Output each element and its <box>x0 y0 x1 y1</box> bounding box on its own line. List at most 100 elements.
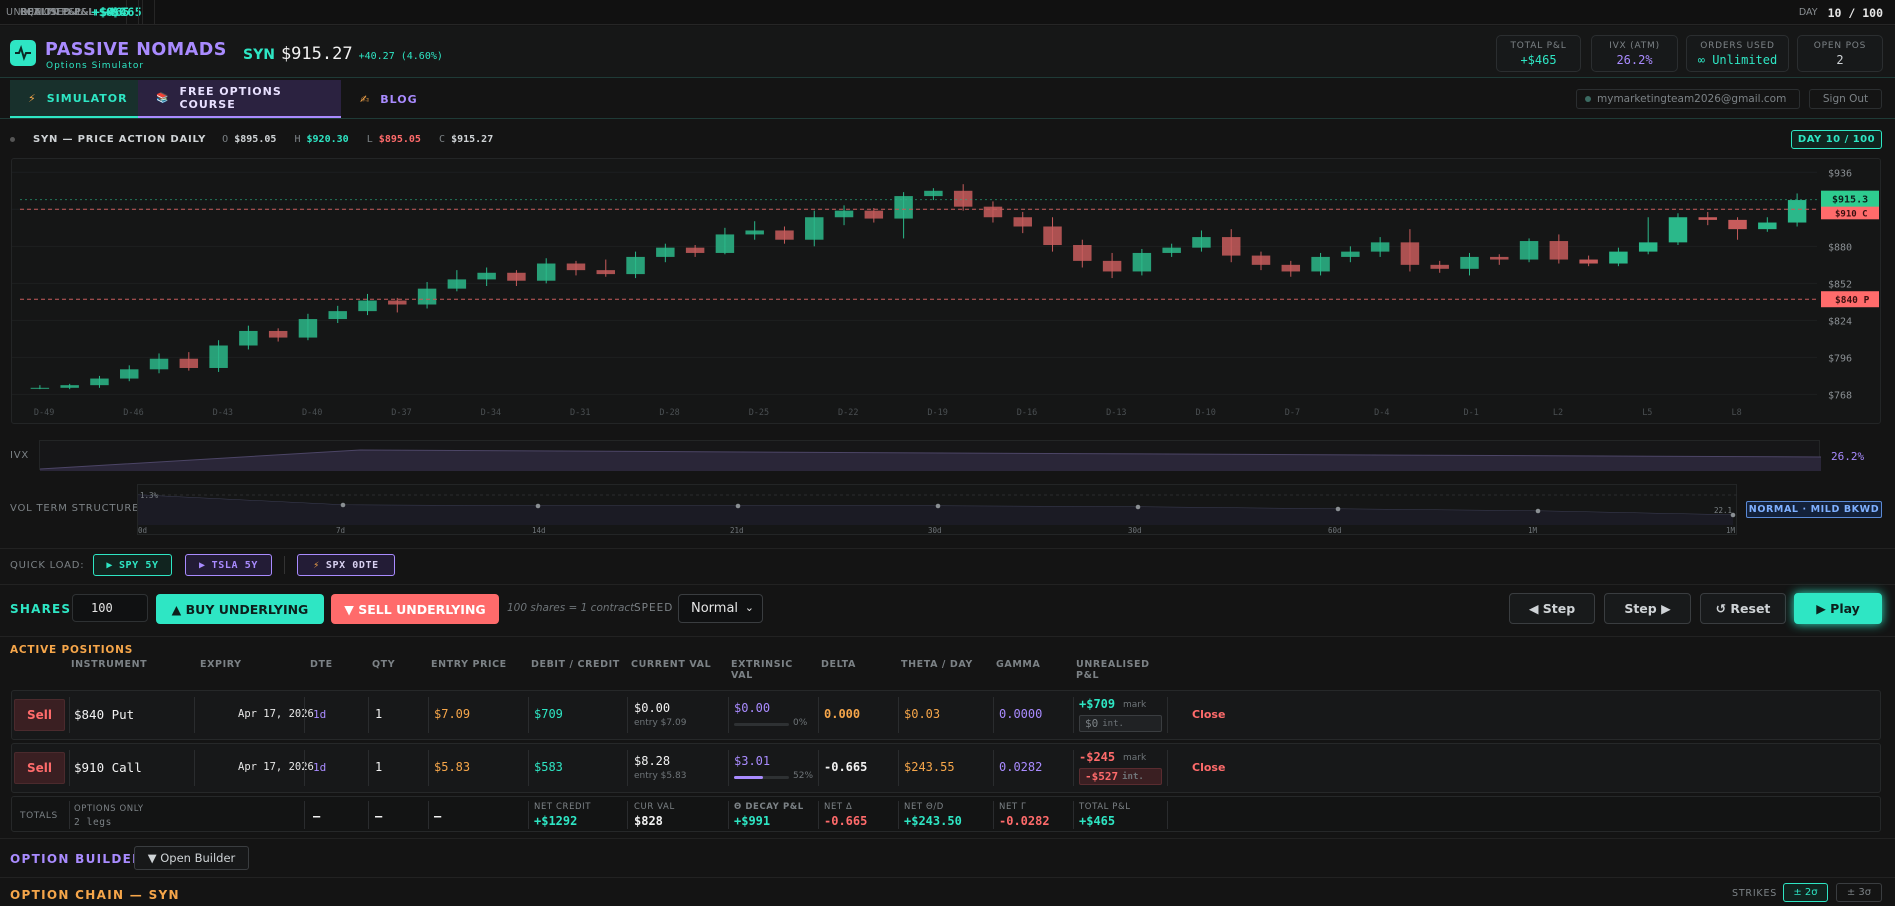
totals-row: TOTALS OPTIONS ONLY 2 legs — — — NET CRE… <box>11 796 1881 832</box>
candle-body <box>1043 226 1062 246</box>
candle-body <box>715 234 735 253</box>
col-dte: DTE <box>310 659 333 670</box>
col-current-val: CURRENT VAL <box>631 659 712 670</box>
active-positions-title: ACTIVE POSITIONS <box>10 644 134 656</box>
section-divider <box>0 548 1895 549</box>
close-position-button[interactable]: Close <box>1192 761 1225 774</box>
qty-value: 1 <box>375 760 383 774</box>
col-pnl: P&L <box>1076 670 1100 681</box>
sell-underlying-button[interactable]: ▼ SELL UNDERLYING <box>331 594 499 624</box>
extrinsic-bar-fill <box>734 776 763 779</box>
x-tick-label: D-40 <box>302 408 322 418</box>
cell-divider <box>69 750 70 786</box>
candle-body <box>834 210 854 218</box>
term-x-label: 21d <box>730 526 744 535</box>
open-builder-button[interactable]: ▼ Open Builder <box>134 846 249 870</box>
section-divider <box>0 838 1895 839</box>
quick-load-spx-button[interactable]: ⚡ SPX 0DTE <box>297 554 395 576</box>
section-divider <box>0 584 1895 585</box>
cell-divider <box>368 750 369 786</box>
candle-body <box>149 358 169 370</box>
main-nav: ⚡ SIMULATOR 📚 FREE OPTIONS COURSE ✍ BLOG my… <box>0 79 1895 119</box>
speed-select[interactable]: Normal ⌄ <box>678 594 763 623</box>
quick-load-spy-button[interactable]: ▶ SPY 5Y <box>93 554 172 576</box>
price-chart[interactable]: $936$908$880$852$824$796$768D-49D-46D-43… <box>11 158 1881 424</box>
candle-body <box>1400 242 1420 265</box>
candle-body <box>745 230 764 235</box>
x-tick-label: D-7 <box>1285 408 1300 418</box>
app-header: PASSIVE NOMADS Options Simulator SYN $91… <box>0 26 1895 78</box>
entry-price: $5.83 <box>434 760 471 774</box>
x-tick-label: L8 <box>1732 408 1742 418</box>
debit-credit-value: $709 <box>534 707 563 721</box>
cell-divider <box>993 750 994 786</box>
unrealised-mark: +$709 <box>1079 697 1116 711</box>
cell-divider <box>1167 801 1168 829</box>
candle-body <box>298 319 318 338</box>
step-back-button[interactable]: ◀ Step <box>1509 593 1595 624</box>
day-counter: DAY 10 / 100 <box>1799 0 1883 25</box>
cell-divider <box>528 697 529 733</box>
extrinsic-pct: 0% <box>793 718 808 728</box>
x-tick-label: D-10 <box>1195 408 1215 418</box>
sign-out-button[interactable]: Sign Out <box>1809 89 1882 109</box>
cell-divider <box>304 697 305 733</box>
user-email: mymarketingteam2026@gmail.com <box>1597 93 1787 105</box>
candle-body <box>447 279 467 289</box>
decay-pnl-label: Θ DECAY P&L <box>734 802 804 812</box>
extrinsic-value: $0.00 <box>734 701 771 715</box>
user-email-chip[interactable]: mymarketingteam2026@gmail.com <box>1576 89 1800 109</box>
term-x-label: 1M <box>1528 526 1538 535</box>
quick-load-tsla-button[interactable]: ▶ TSLA 5Y <box>185 554 272 576</box>
chevron-down-icon: ⌄ <box>744 601 754 614</box>
term-x-label: 60d <box>1328 526 1342 535</box>
put-strike-tag-label: $840 P <box>1835 295 1870 306</box>
ohlc-readout: O $895.05 H $920.30 L $895.05 C $915.27 <box>222 134 493 145</box>
stat-label: TOTAL P&L <box>1510 41 1567 51</box>
unrealised-mark-sub: mark <box>1123 700 1147 710</box>
candle-body <box>60 385 79 388</box>
tab-simulator[interactable]: ⚡ SIMULATOR <box>10 80 138 118</box>
buy-underlying-button[interactable]: ▲ BUY UNDERLYING <box>156 594 324 624</box>
strikes-3sigma-button[interactable]: ± 3σ <box>1836 883 1882 902</box>
cell-divider <box>627 801 628 829</box>
option-pnl-label: OPTION P&L <box>20 6 83 18</box>
intrinsic-pnl: -$527 <box>1085 770 1119 783</box>
quick-load-label: QUICK LOAD: <box>10 560 85 571</box>
step-forward-button[interactable]: Step ▶ <box>1604 593 1691 624</box>
cell-divider <box>1073 750 1074 786</box>
col-extrinsic: EXTRINSIC <box>731 659 793 670</box>
position-row: Sell $840 Put Apr 17, 2026 1d 1 $7.09 $7… <box>11 690 1881 740</box>
candle-body <box>1758 222 1777 230</box>
reset-button[interactable]: ↺ Reset <box>1700 593 1786 624</box>
cell-divider <box>1073 801 1074 829</box>
candle-body <box>685 247 705 253</box>
theta-value: $0.03 <box>904 707 941 721</box>
side-sell-badge[interactable]: Sell <box>14 752 65 784</box>
side-sell-badge[interactable]: Sell <box>14 699 65 731</box>
unrealised-mark: -$245 <box>1079 750 1116 764</box>
option-pnl-cell: OPTION P&L +$465 <box>0 0 143 24</box>
delta-value: 0.000 <box>824 707 861 721</box>
tab-free-options-course[interactable]: 📚 FREE OPTIONS COURSE <box>138 80 341 118</box>
price-chart-svg[interactable]: $936$908$880$852$824$796$768D-49D-46D-43… <box>12 159 1882 425</box>
candle-body <box>1549 241 1569 260</box>
candle-body <box>1311 256 1330 272</box>
play-button[interactable]: ▶ Play <box>1794 593 1882 624</box>
dte-value: 1d <box>313 708 327 721</box>
candle-body <box>596 270 616 275</box>
shares-label: SHARES <box>10 602 72 616</box>
button-label: SPY 5Y <box>118 559 159 571</box>
shares-input[interactable]: 100 <box>72 594 148 622</box>
close-position-button[interactable]: Close <box>1192 708 1225 721</box>
high-value: $920.30 <box>306 133 349 145</box>
term-point <box>1535 508 1541 514</box>
instrument-name: $910 Call <box>74 760 142 775</box>
stat-label: IVX (ATM) <box>1609 41 1660 51</box>
ticker-price: $915.27 <box>280 44 353 64</box>
theta-value: $243.55 <box>904 760 955 774</box>
candle-body <box>1728 219 1747 230</box>
tab-blog[interactable]: ✍ BLOG <box>342 80 428 118</box>
x-tick-label: L5 <box>1642 408 1652 418</box>
strikes-2sigma-button[interactable]: ± 2σ <box>1783 883 1828 902</box>
